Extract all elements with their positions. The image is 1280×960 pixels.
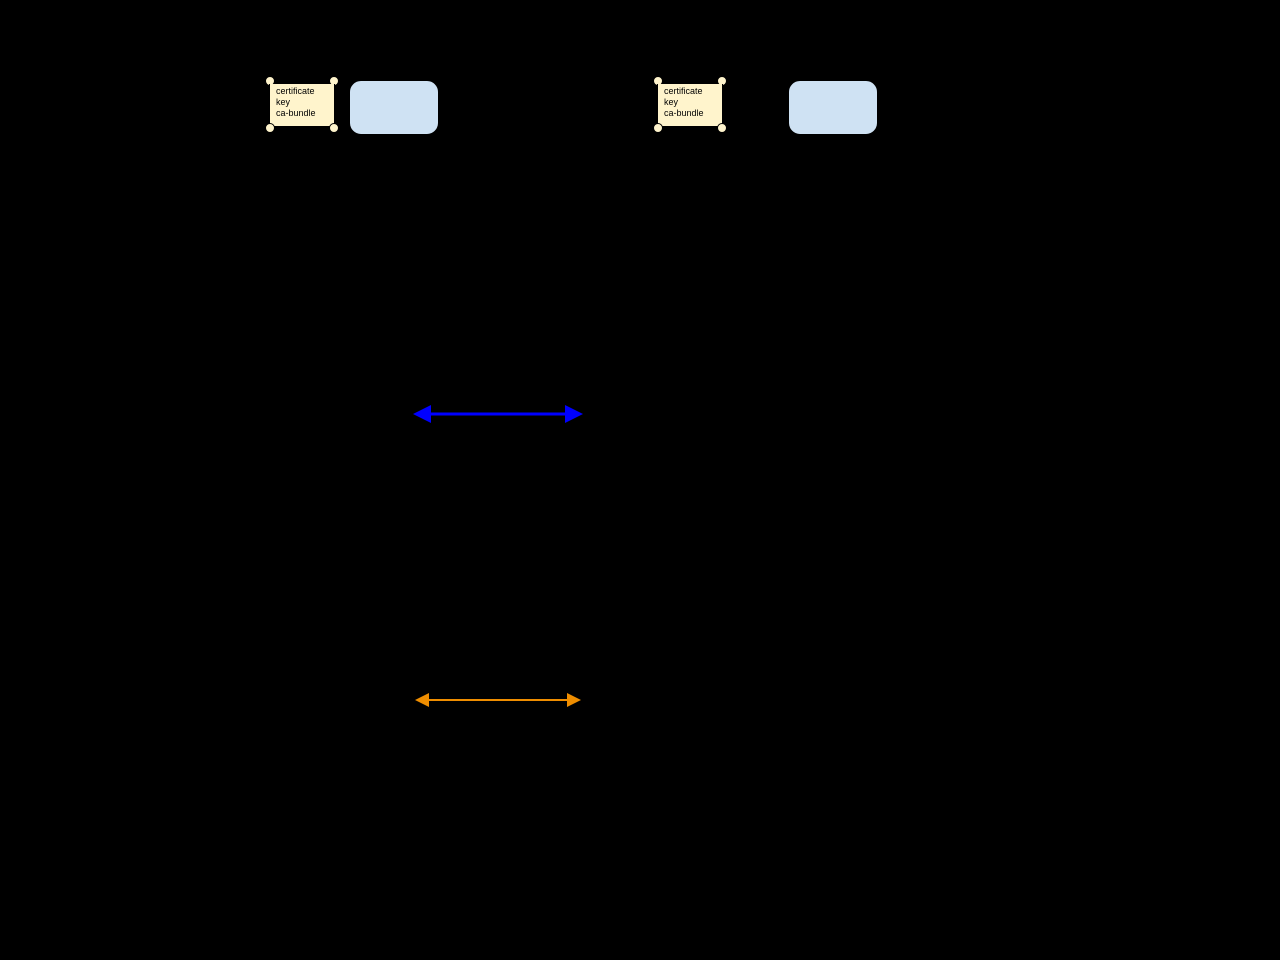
scroll-bottom-edge [267,124,337,132]
scroll-text-line: ca-bundle [664,108,722,119]
scroll-text-line: certificate [664,86,722,97]
scroll-edge-line [275,80,329,81]
scroll-edge-line [663,80,717,81]
scroll-edge-line [275,128,329,129]
node-box-right [788,80,878,135]
scroll-curl-icon [717,123,727,133]
scroll-text-line: ca-bundle [276,108,334,119]
scroll-body: certificate key ca-bundle [657,84,723,126]
scroll-text-line: certificate [276,86,334,97]
scroll-bottom-edge [655,124,725,132]
double-arrow-orange [414,690,584,710]
scroll-edge-line [663,128,717,129]
scroll-curl-icon [329,123,339,133]
scroll-text-line: key [664,97,722,108]
node-box-left [349,80,439,135]
certificate-scroll-left: certificate key ca-bundle [267,76,337,132]
scroll-curl-icon [653,123,663,133]
scroll-curl-icon [265,123,275,133]
double-arrow-blue [414,404,584,424]
scroll-text-line: key [276,97,334,108]
scroll-body: certificate key ca-bundle [269,84,335,126]
certificate-scroll-right: certificate key ca-bundle [655,76,725,132]
